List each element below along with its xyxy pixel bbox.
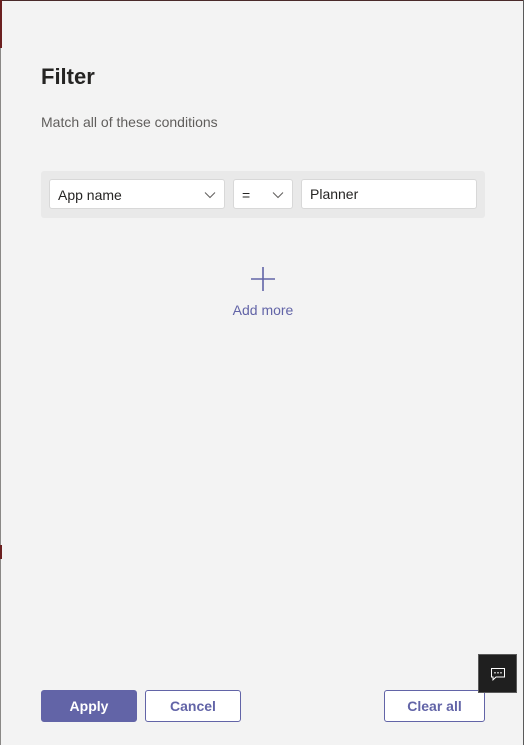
feedback-chat-icon [491, 668, 505, 681]
chevron-down-icon [204, 192, 216, 199]
plus-icon [251, 267, 275, 291]
cancel-button[interactable]: Cancel [145, 690, 241, 722]
clear-all-button[interactable]: Clear all [384, 690, 485, 722]
apply-button[interactable]: Apply [41, 690, 137, 722]
field-dropdown[interactable]: App name [49, 179, 225, 209]
field-dropdown-value: App name [58, 187, 122, 203]
operator-dropdown[interactable]: = [233, 179, 293, 209]
window-top-border [0, 0, 524, 1]
chevron-down-icon [272, 192, 284, 199]
window-left-border [0, 0, 1, 745]
filter-condition-row: App name = [41, 171, 485, 218]
window-left-accent-lower [0, 545, 2, 559]
window-left-accent [0, 0, 2, 48]
operator-dropdown-value: = [242, 187, 251, 203]
panel-title: Filter [41, 64, 95, 89]
add-more-label: Add more [232, 302, 294, 318]
feedback-button[interactable] [478, 654, 517, 693]
condition-value-input[interactable] [301, 179, 477, 209]
panel-subtitle: Match all of these conditions [41, 114, 218, 130]
add-more-button[interactable]: Add more [222, 266, 304, 320]
